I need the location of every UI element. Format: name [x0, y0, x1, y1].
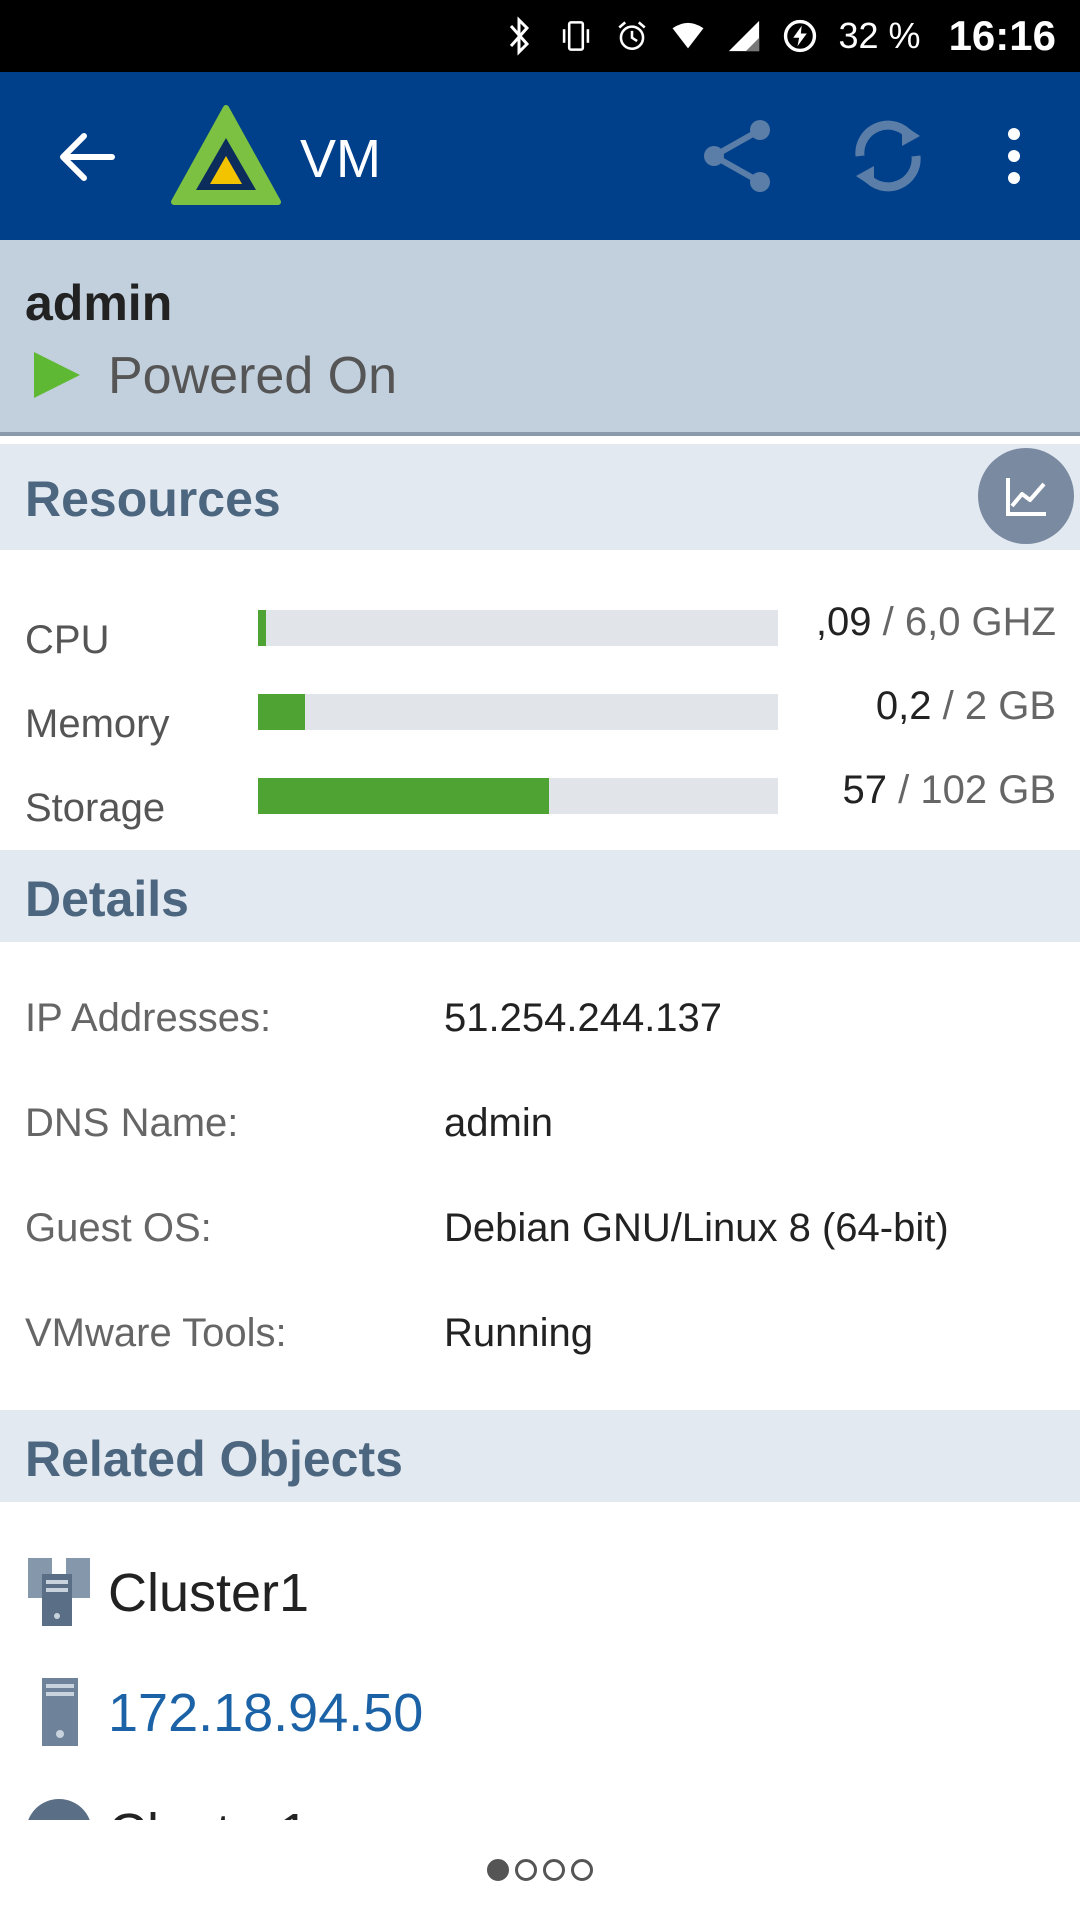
detail-row-ip: IP Addresses: 51.254.244.137 — [0, 996, 1080, 1056]
detail-row-dns: DNS Name: admin — [0, 1101, 1080, 1161]
wifi-icon — [671, 16, 705, 56]
power-state: Powered On — [108, 347, 398, 405]
detail-label: VMware Tools: — [25, 1311, 287, 1355]
resource-row-memory: Memory 0,2 / 2 GB — [0, 684, 1080, 754]
resource-row-storage: Storage 57 / 102 GB — [0, 768, 1080, 838]
page-dot[interactable] — [543, 1859, 565, 1881]
vm-name: admin — [25, 275, 173, 331]
app-bar: VM — [0, 72, 1080, 240]
related-item-cluster-partial[interactable]: Cluster1 — [0, 1782, 1080, 1822]
status-bar: 32 % 16:16 — [0, 0, 1080, 72]
refresh-icon[interactable] — [846, 114, 930, 198]
detail-label: Guest OS: — [25, 1206, 212, 1250]
vibrate-icon — [559, 16, 593, 56]
more-vert-icon[interactable] — [990, 114, 1038, 198]
host-server-icon — [26, 1676, 92, 1748]
related-objects-section-header: Related Objects — [0, 1410, 1080, 1502]
bluetooth-icon — [503, 16, 537, 56]
cpu-usage-bar — [258, 610, 778, 646]
resource-used: 57 — [842, 768, 888, 812]
detail-row-vmware-tools: VMware Tools: Running — [0, 1311, 1080, 1371]
related-item-host[interactable]: 172.18.94.50 — [0, 1662, 1080, 1758]
page-dot[interactable] — [515, 1859, 537, 1881]
details-title: Details — [25, 871, 189, 927]
clock: 16:16 — [948, 12, 1056, 59]
related-item-link[interactable]: 172.18.94.50 — [108, 1682, 423, 1744]
resource-total: / 2 GB — [931, 684, 1056, 728]
cluster-circle-icon — [26, 1796, 92, 1822]
powered-on-play-icon — [30, 348, 84, 402]
detail-label: DNS Name: — [25, 1101, 239, 1145]
back-arrow-icon[interactable] — [52, 122, 122, 192]
resource-row-cpu: CPU ,09 / 6,0 GHZ — [0, 600, 1080, 670]
storage-usage-bar — [258, 778, 778, 814]
vm-header: admin Powered On — [0, 240, 1080, 436]
app-logo — [170, 104, 282, 208]
page-indicator — [0, 1820, 1080, 1920]
detail-value: 51.254.244.137 — [444, 996, 723, 1040]
detail-label: IP Addresses: — [25, 996, 272, 1040]
cluster-icon — [26, 1556, 92, 1628]
memory-usage-bar — [258, 694, 778, 730]
storage-usage-fill — [258, 778, 549, 814]
detail-value: Debian GNU/Linux 8 (64-bit) — [444, 1206, 949, 1250]
resource-total: / 102 GB — [887, 768, 1056, 812]
resource-label: Memory — [25, 702, 170, 746]
page-dot[interactable] — [487, 1859, 509, 1881]
resources-title: Resources — [25, 471, 281, 527]
share-icon[interactable] — [696, 114, 780, 198]
resource-value: 57 / 102 GB — [843, 768, 1056, 813]
detail-value: admin — [444, 1101, 553, 1145]
resource-label: Storage — [25, 786, 166, 830]
battery-charging-icon — [783, 16, 817, 56]
resource-used: ,09 — [815, 600, 872, 644]
performance-chart-button[interactable] — [978, 448, 1074, 544]
related-item-label: Cluster1 — [108, 1563, 310, 1623]
app-bar-title: VM — [300, 129, 381, 189]
detail-row-guest-os: Guest OS: Debian GNU/Linux 8 (64-bit) — [0, 1206, 1080, 1266]
line-chart-icon — [1006, 478, 1046, 516]
page-dot[interactable] — [571, 1859, 593, 1881]
related-item-label: Cluster1 — [108, 1802, 309, 1822]
resource-value: 0,2 / 2 GB — [876, 684, 1056, 729]
resource-value: ,09 / 6,0 GHZ — [816, 600, 1056, 645]
resource-label: CPU — [25, 618, 110, 662]
details-section-header: Details — [0, 850, 1080, 942]
detail-value: Running — [444, 1311, 594, 1355]
memory-usage-fill — [258, 694, 305, 730]
alarm-icon — [615, 16, 649, 56]
related-objects-title: Related Objects — [25, 1431, 403, 1487]
cpu-usage-fill — [258, 610, 266, 646]
resources-section-header: Resources — [0, 444, 1080, 550]
resource-total: / 6,0 GHZ — [871, 600, 1056, 644]
cell-signal-icon — [727, 16, 761, 56]
resource-used: 0,2 — [875, 684, 932, 728]
related-item-cluster[interactable]: Cluster1 — [0, 1542, 1080, 1638]
battery-percentage: 32 % — [838, 15, 921, 56]
